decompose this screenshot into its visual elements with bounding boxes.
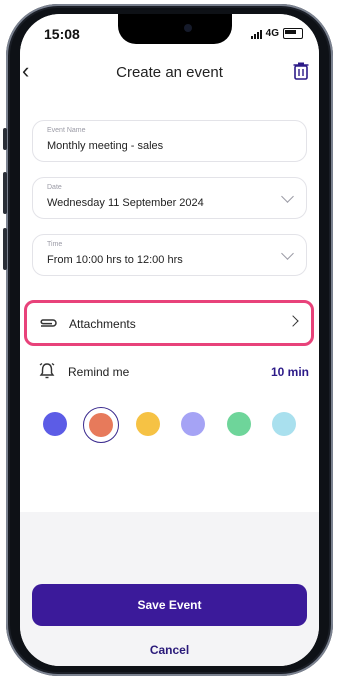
event-name-value: Monthly meeting - sales [47,140,164,152]
color-swatch[interactable] [38,407,72,441]
color-dot [181,412,206,436]
date-field[interactable]: Date Wednesday 11 September 2024 [32,177,307,219]
color-dot [42,412,67,436]
color-swatch[interactable] [267,407,301,441]
event-name-label: Event Name [47,127,86,134]
notch [118,14,232,44]
event-name-field[interactable]: Event Name Monthly meeting - sales [32,120,307,162]
attachments-label: Attachments [69,317,136,331]
side-button [3,172,7,214]
page-title: Create an event [116,64,223,81]
app-screen: 15:08 4G ‹ Create an event Event Name Mo… [20,14,319,666]
form-content: Event Name Monthly meeting - sales Date … [20,92,319,512]
time-label: Time [47,241,63,248]
trash-icon[interactable] [293,62,309,80]
cancel-button[interactable]: Cancel [20,643,319,657]
save-event-button[interactable]: Save Event [32,584,307,626]
attachments-row[interactable]: Attachments [24,300,314,346]
color-swatch[interactable] [176,407,210,441]
side-button [3,228,7,270]
remind-me-row[interactable]: Remind me 10 min [20,354,319,390]
chevron-down-icon [281,190,294,203]
time-field[interactable]: Time From 10:00 hrs to 12:00 hrs [32,234,307,276]
color-dot [135,412,160,436]
alarm-bell-icon [39,362,55,379]
color-swatch[interactable] [222,407,256,441]
color-picker [20,407,319,447]
color-dot [89,413,114,437]
network-label: 4G [265,28,279,39]
status-time: 15:08 [44,26,80,42]
chevron-right-icon [287,315,299,327]
time-value: From 10:00 hrs to 12:00 hrs [47,254,183,266]
footer-actions: Save Event Cancel [20,512,319,666]
camera-dot [184,24,192,32]
remind-value[interactable]: 10 min [271,365,309,379]
top-app-bar: ‹ Create an event [20,52,319,93]
color-swatch[interactable] [83,407,120,443]
battery-icon [283,28,303,39]
status-icons: 4G [250,28,303,39]
side-button [3,128,7,150]
color-swatch[interactable] [131,407,165,441]
signal-icon [250,29,262,39]
date-label: Date [47,184,62,191]
color-dot [226,412,251,436]
chevron-down-icon [281,247,294,260]
paperclip-icon [40,319,57,327]
color-dot [272,412,297,436]
date-value: Wednesday 11 September 2024 [47,197,204,209]
remind-label: Remind me [68,365,130,379]
